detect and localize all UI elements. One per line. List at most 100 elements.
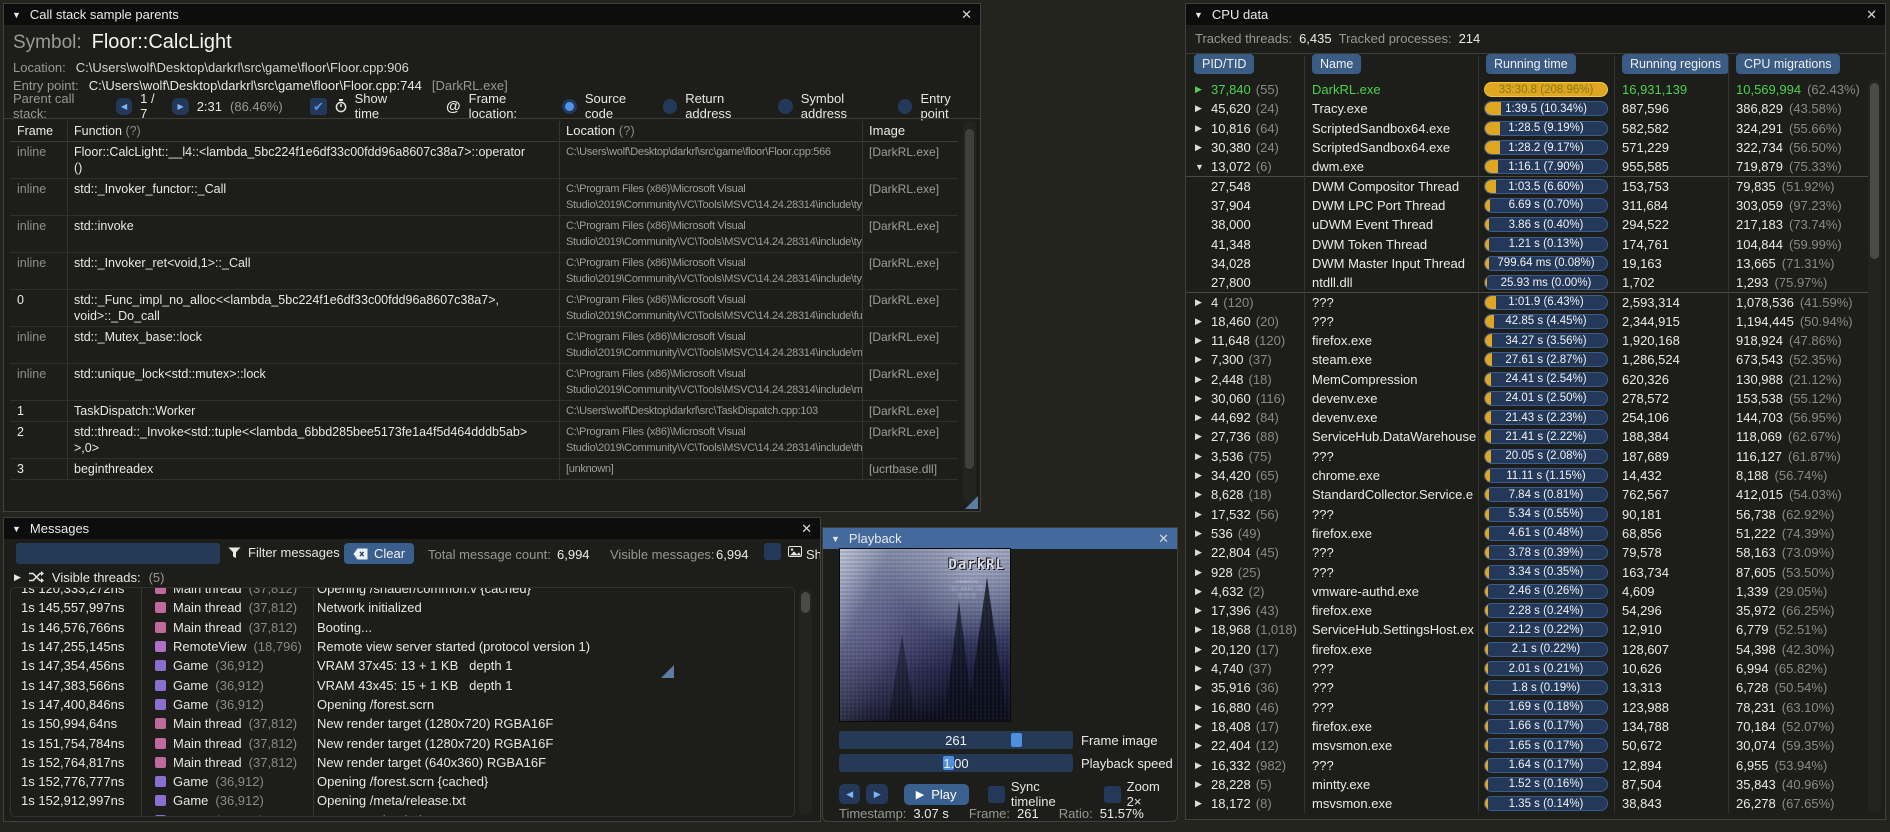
cpu-table-row[interactable]: ▶ 30,060 (116) devenv.exe 24.01 s (2.50%) 278…	[1186, 389, 1872, 408]
radio-symbol-address-label[interactable]: Symbol address	[801, 91, 890, 121]
expand-arrow-icon[interactable]: ▶	[1186, 84, 1211, 95]
cpu-table-row[interactable]: 27,800 ntdll.dll 25.93 ms (0.00%) 1,702 1,29…	[1186, 273, 1872, 292]
expand-arrow-icon[interactable]: ▶	[1186, 624, 1211, 635]
cpu-table-row[interactable]: ▶ 8,628 (18) StandardCollector.Service.e 7.8…	[1186, 485, 1872, 504]
callstack-table-row[interactable]: inline std::_Invoker_functor::_Call C:\Pro…	[10, 179, 958, 216]
col-function[interactable]: Function (?)	[67, 121, 559, 141]
message-row[interactable]: 1s 147,255,145ns RemoteView (18,796) Remote…	[11, 637, 794, 656]
expand-arrow-icon[interactable]: ▶	[1186, 798, 1211, 809]
cpu-table-row[interactable]: ▶ 10,816 (64) ScriptedSandbox64.exe 1:28.5 (…	[1186, 119, 1872, 138]
show-time-checkbox[interactable]: ✔	[310, 97, 327, 115]
cpu-table-row[interactable]: ▶ 4,740 (37)??? 2.01 s (0.21%) 10,626 6,994 (6…	[1186, 659, 1872, 678]
expand-arrow-icon[interactable]: ▶	[1186, 470, 1211, 481]
expand-arrow-icon[interactable]: ▶	[14, 572, 21, 583]
expand-arrow-icon[interactable]: ▶	[1186, 779, 1211, 790]
cpu-table-row[interactable]: ▶ 11,648 (120) firefox.exe 34.27 s (3.56%) 1,…	[1186, 331, 1872, 350]
expand-arrow-icon[interactable]: ▶	[1186, 740, 1211, 751]
message-row[interactable]: 1s 152,764,817ns Main thread (37,812) New r…	[11, 753, 794, 772]
show-time-label[interactable]: Show time	[355, 91, 413, 121]
message-row[interactable]: 1s 147,383,566ns Game (36,912) VRAM 43x45: …	[11, 675, 794, 694]
radio-source-code[interactable]	[562, 98, 577, 114]
expand-arrow-icon[interactable]: ▶	[1186, 682, 1211, 693]
message-row[interactable]: 1s 150,994,64ns Main thread (37,812) New re…	[11, 714, 794, 733]
radio-entry-point-label[interactable]: Entry point	[920, 91, 980, 121]
cpu-table-row[interactable]: ▶ 17,396 (43) firefox.exe 2.28 s (0.24%) 54,2…	[1186, 601, 1872, 620]
close-icon[interactable]: ✕	[1158, 531, 1169, 547]
cpu-table-row[interactable]: ▶ 4,632 (2) vmware-authd.exe 2.46 s (0.26%) 4…	[1186, 582, 1872, 601]
messages-list[interactable]: 1s 120,333,272ns Main thread (37,812) Openi…	[10, 587, 795, 817]
sync-timeline-checkbox[interactable]	[988, 785, 1005, 803]
playback-speed-slider[interactable]: 1.00	[839, 754, 1073, 772]
message-row[interactable]: 1s 153,116,37ns Game (36,912) Intro menu lo…	[11, 811, 794, 816]
close-icon[interactable]: ✕	[1866, 7, 1877, 23]
close-icon[interactable]: ✕	[961, 7, 972, 23]
col-frame[interactable]: Frame	[10, 121, 67, 141]
cpu-table-row[interactable]: ▶ 18,968 (1,018) ServiceHub.SettingsHost.ex…	[1186, 620, 1872, 639]
close-icon[interactable]: ✕	[801, 521, 812, 537]
step-forward-button[interactable]: ▶	[866, 784, 888, 804]
callstack-table-row[interactable]: inline std::invoke C:\Program Files (x86)\…	[10, 216, 958, 253]
expand-arrow-icon[interactable]: ▶	[1186, 586, 1211, 597]
expand-arrow-icon[interactable]: ▶	[1186, 605, 1211, 616]
col-cpu-migrations[interactable]: CPU migrations	[1736, 54, 1840, 74]
expand-arrow-icon[interactable]: ▶	[1186, 702, 1211, 713]
callstack-scrollbar[interactable]	[963, 121, 976, 503]
expand-arrow-icon[interactable]: ▶	[1186, 721, 1211, 732]
next-frame-button[interactable]: ▶	[172, 97, 189, 115]
cpu-table-row[interactable]: 38,000 uDWM Event Thread 3.86 s (0.40%) 294…	[1186, 215, 1872, 234]
cpu-table-row[interactable]: 27,548 DWM Compositor Thread 1:03.5 (6.60%…	[1186, 176, 1872, 195]
zoom-2x-checkbox[interactable]	[1104, 785, 1121, 803]
cpu-table-row[interactable]: 37,904 DWM LPC Port Thread 6.69 s (0.70%) 3…	[1186, 196, 1872, 215]
expand-arrow-icon[interactable]: ▶	[1186, 644, 1211, 655]
cpu-table-row[interactable]: ▶ 16,332 (982)??? 1.64 s (0.17%) 12,894 6,955…	[1186, 755, 1872, 774]
callstack-table-row[interactable]: inline std::unique_lock<std::mutex>::lock…	[10, 364, 958, 401]
col-image[interactable]: Image	[862, 121, 958, 141]
expand-arrow-icon[interactable]: ▶	[1186, 451, 1211, 462]
cpu-table-row[interactable]: ▶ 7,300 (37) steam.exe 27.61 s (2.87%) 1,286,…	[1186, 350, 1872, 369]
cpu-table-row[interactable]: ▶ 18,460 (20)??? 42.85 s (4.45%) 2,344,915 1,…	[1186, 312, 1872, 331]
zoom-2x-label[interactable]: Zoom 2×	[1127, 779, 1177, 809]
expand-arrow-icon[interactable]: ▶	[1186, 142, 1211, 153]
cpu-table-row[interactable]: ▶ 34,420 (65) chrome.exe 11.11 s (1.15%) 14,4…	[1186, 466, 1872, 485]
cpu-table-row[interactable]: ▶ 536 (49) firefox.exe 4.61 s (0.48%) 68,856 5…	[1186, 524, 1872, 543]
message-row[interactable]: 1s 151,754,784ns Main thread (37,812) New r…	[11, 733, 794, 752]
messages-scrollbar[interactable]	[799, 589, 812, 815]
cpu-table-row[interactable]: ▶ 28,228 (5) mintty.exe 1.52 s (0.16%) 87,504…	[1186, 775, 1872, 794]
cpu-table-row[interactable]: ▶ 3,536 (75)??? 20.05 s (2.08%) 187,689 116,1…	[1186, 447, 1872, 466]
message-row[interactable]: 1s 147,400,846ns Game (36,912) Opening /for…	[11, 695, 794, 714]
cpu-table-row[interactable]: ▶ 27,736 (88) ServiceHub.DataWarehouse 21.41…	[1186, 427, 1872, 446]
playback-titlebar[interactable]: ▼ Playback ✕	[823, 528, 1177, 549]
collapse-arrow-icon[interactable]: ▼	[1186, 162, 1211, 172]
cpu-table-row[interactable]: ▶ 20,120 (17) firefox.exe 2.1 s (0.22%) 128,6…	[1186, 640, 1872, 659]
visible-threads-toggle[interactable]: ▶ Visible threads: (5)	[4, 568, 820, 586]
show-images-label[interactable]: Show images	[806, 547, 820, 562]
sync-timeline-label[interactable]: Sync timeline	[1011, 779, 1086, 809]
radio-return-address[interactable]	[662, 98, 678, 114]
clear-button[interactable]: Clear	[344, 543, 415, 564]
prev-frame-button[interactable]: ◀	[115, 97, 133, 115]
message-row[interactable]: 1s 146,576,766ns Main thread (37,812) Booti…	[11, 618, 794, 637]
collapse-icon[interactable]: ▼	[12, 10, 21, 20]
radio-symbol-address[interactable]	[778, 98, 793, 114]
cpu-table-row[interactable]: ▶ 18,408 (17) firefox.exe 1.66 s (0.17%) 134,…	[1186, 717, 1872, 736]
callstack-table-row[interactable]: 1 TaskDispatch::Worker C:\Users\wolf\Deskt…	[10, 401, 958, 422]
cpu-table-row[interactable]: ▶ 18,172 (8) msvsmon.exe 1.35 s (0.14%) 38,84…	[1186, 794, 1872, 813]
col-pid-tid[interactable]: PID/TID	[1194, 54, 1255, 74]
col-name[interactable]: Name	[1312, 54, 1362, 74]
step-back-button[interactable]: ◀	[839, 784, 861, 804]
collapse-icon[interactable]: ▼	[12, 524, 21, 534]
expand-arrow-icon[interactable]: ▶	[1186, 412, 1211, 423]
collapse-icon[interactable]: ▼	[831, 534, 840, 544]
message-row[interactable]: 1s 152,776,777ns Game (36,912) Opening /for…	[11, 772, 794, 791]
cpu-table-row[interactable]: ▶ 45,620 (24) Tracy.exe 1:39.5 (10.34%) 887,5…	[1186, 99, 1872, 118]
col-running-regions[interactable]: Running regions	[1622, 54, 1730, 74]
callstack-table-row[interactable]: inline Floor::CalcLight::__l4::<lambda_5b…	[10, 142, 958, 179]
play-button[interactable]: ▶ Play	[903, 783, 969, 805]
show-images-checkbox[interactable]	[764, 543, 781, 560]
collapse-icon[interactable]: ▼	[1194, 10, 1203, 20]
cpu-table-row[interactable]: ▶ 17,532 (56)??? 5.34 s (0.55%) 90,181 56,738…	[1186, 505, 1872, 524]
expand-arrow-icon[interactable]: ▶	[1186, 123, 1211, 134]
cpu-table-row[interactable]: ▶ 44,692 (84) devenv.exe 21.43 s (2.23%) 254,…	[1186, 408, 1872, 427]
filter-input[interactable]	[16, 543, 220, 564]
cpu-table-row[interactable]: ▶ 4 (120)??? 1:01.9 (6.43%) 2,593,314 1,078,5…	[1186, 292, 1872, 311]
